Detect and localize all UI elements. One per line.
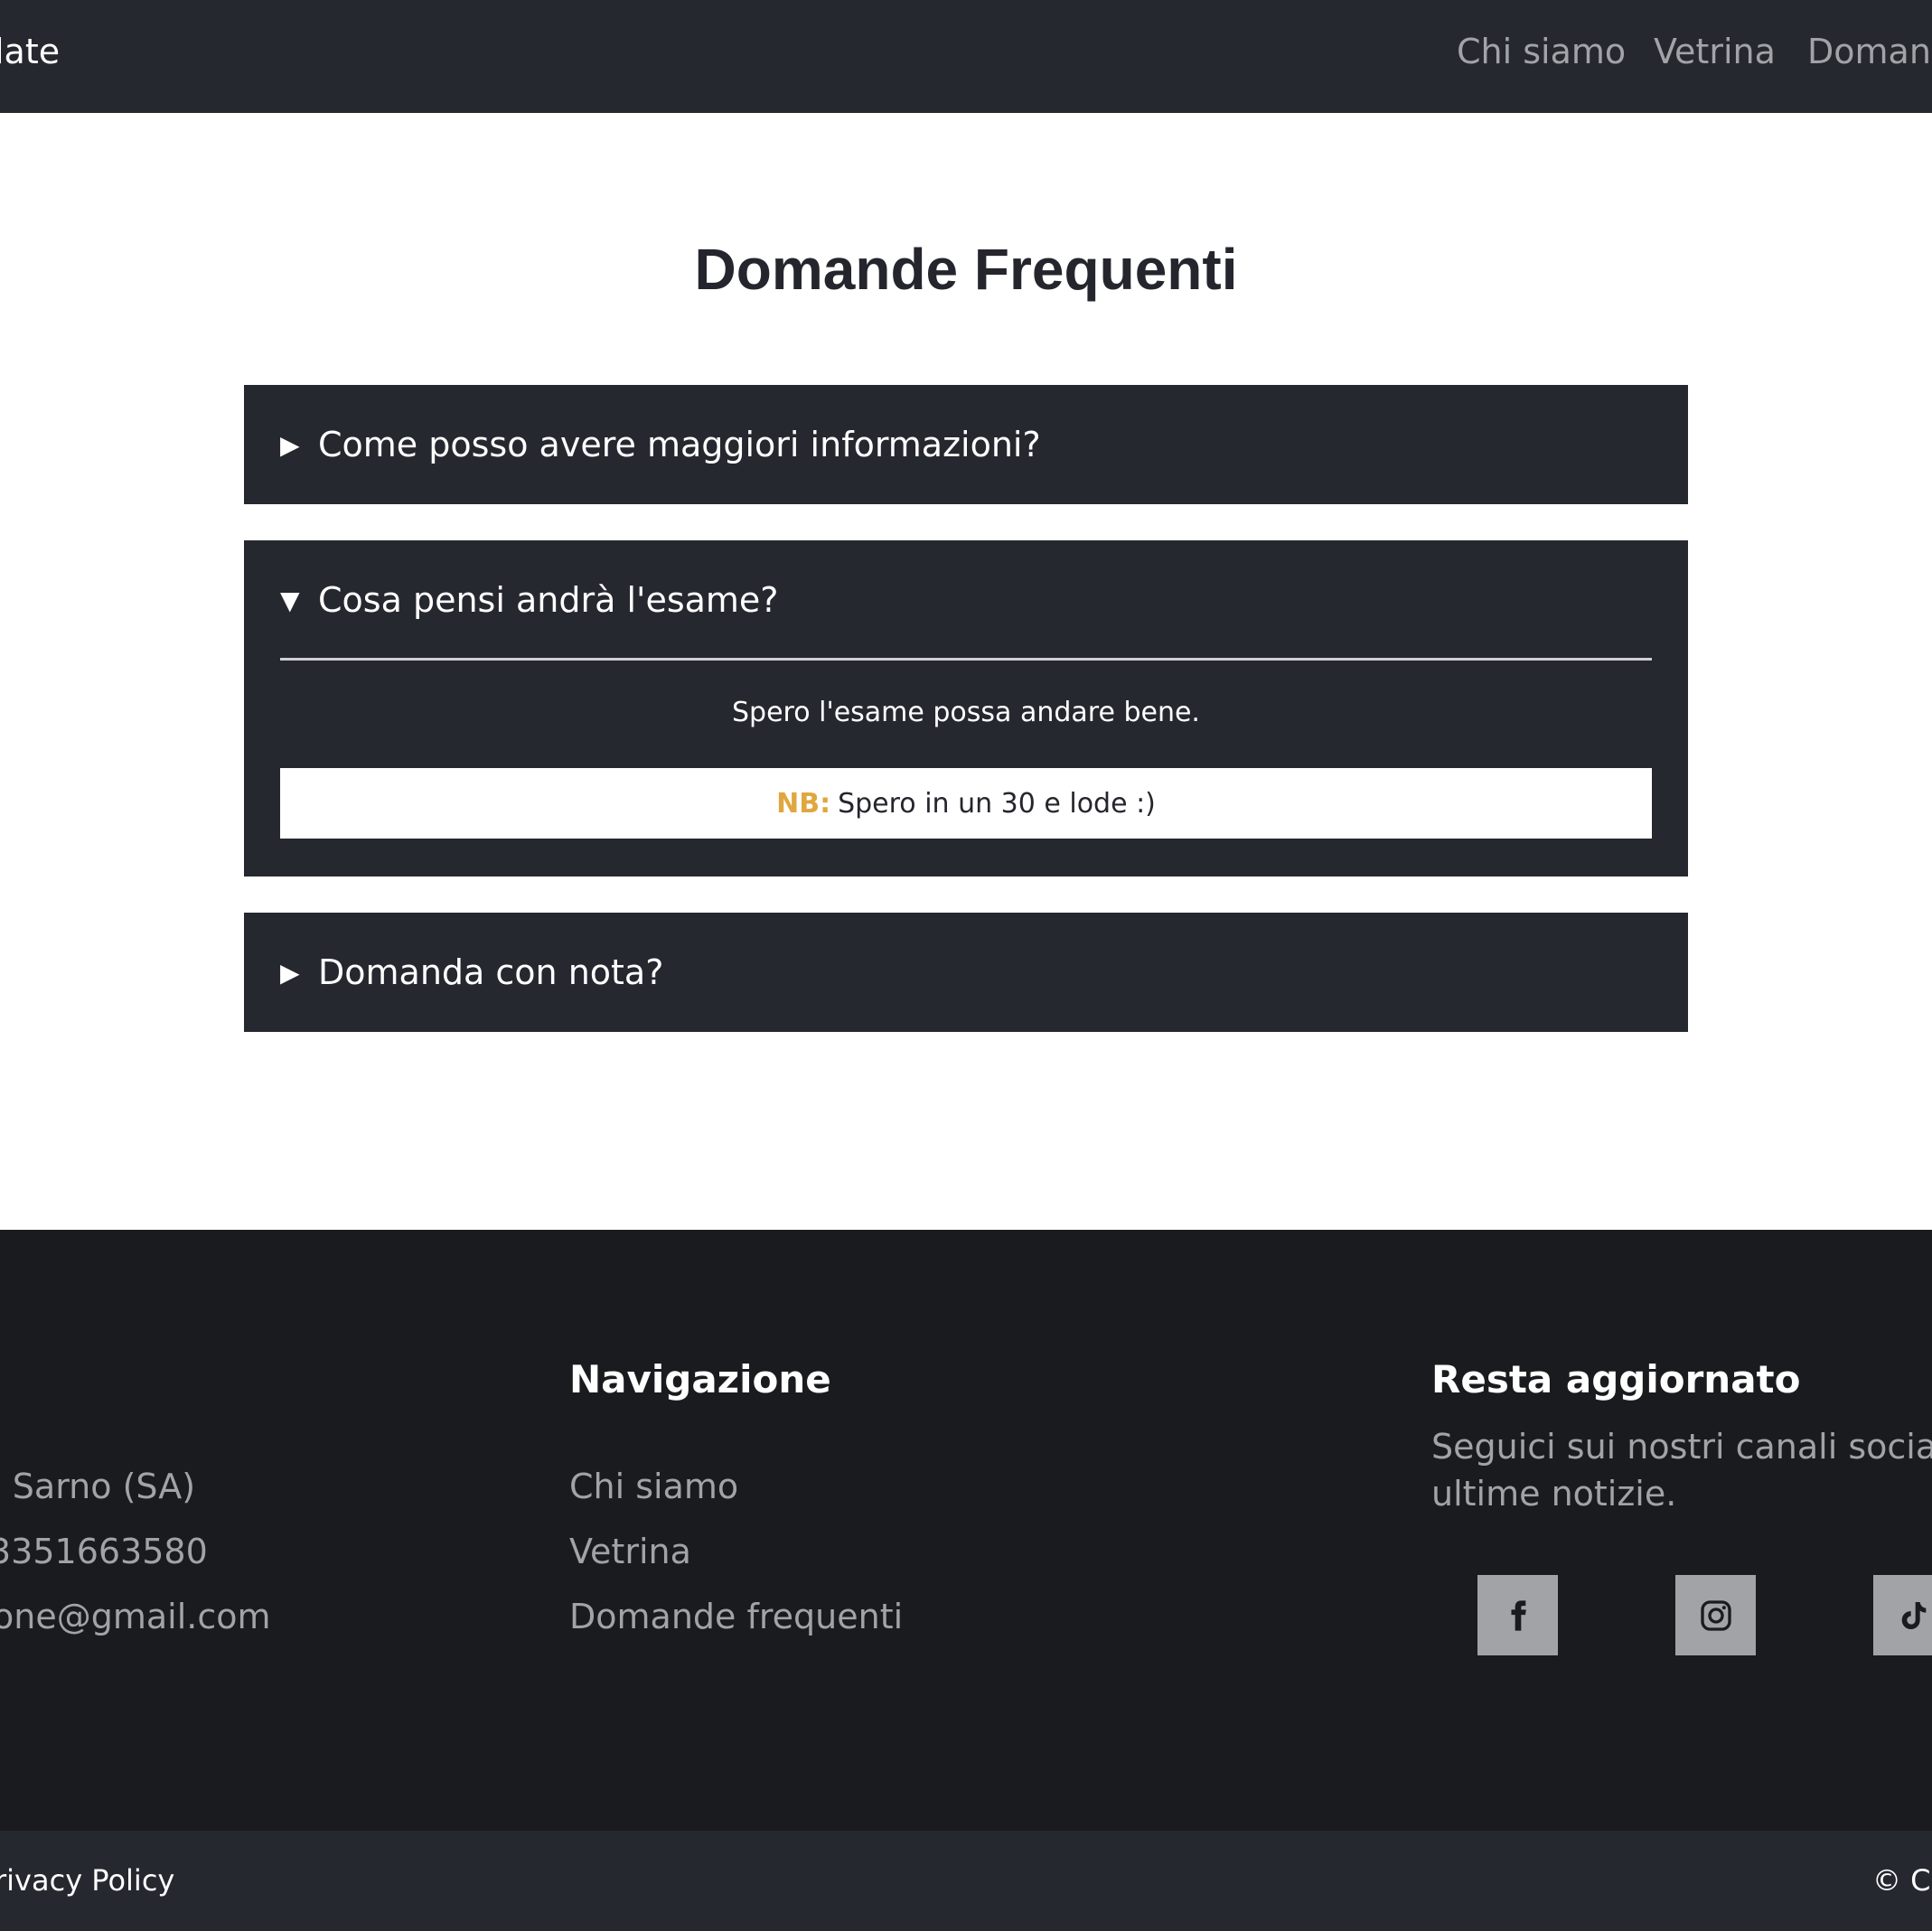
- expand-arrow-icon: ▶: [280, 957, 300, 988]
- footer-social-text-line2: ultime notizie.: [1431, 1474, 1677, 1514]
- footer-social-heading: Resta aggiornato: [1431, 1357, 1801, 1401]
- nav-link-chi-siamo[interactable]: Chi siamo: [1457, 29, 1626, 74]
- faq-question-text: Come posso avere maggiori informazioni?: [318, 425, 1041, 464]
- note-text: Spero in un 30 e lode :): [838, 787, 1156, 820]
- faq-question-2[interactable]: ▼ Cosa pensi andrà l'esame?: [280, 540, 1652, 660]
- faq-item-3: ▶ Domanda con nota?: [244, 913, 1688, 1032]
- faq-question-text: Domanda con nota?: [318, 952, 664, 992]
- collapse-arrow-icon: ▼: [280, 585, 300, 615]
- note-label: NB:: [776, 787, 831, 820]
- contact-address: - Sarno (SA): [0, 1467, 196, 1506]
- faq-question-1[interactable]: ▶ Come posso avere maggiori informazioni…: [280, 385, 1652, 504]
- bottom-bar: rivacy Policy © Co: [0, 1831, 1932, 1931]
- privacy-policy-link[interactable]: rivacy Policy: [0, 1858, 174, 1903]
- copyright-text: © Co: [1872, 1863, 1932, 1898]
- instagram-icon[interactable]: [1675, 1575, 1756, 1655]
- facebook-icon[interactable]: [1477, 1575, 1558, 1655]
- faq-question-3[interactable]: ▶ Domanda con nota?: [280, 913, 1652, 1032]
- nav-link-domande[interactable]: Domand: [1807, 29, 1932, 74]
- footer-link-vetrina[interactable]: Vetrina: [569, 1528, 691, 1575]
- nav-link-vetrina[interactable]: Vetrina: [1654, 29, 1776, 74]
- footer-nav-heading: Navigazione: [569, 1357, 831, 1401]
- faq-item-2: ▼ Cosa pensi andrà l'esame? Spero l'esam…: [244, 540, 1688, 876]
- page-title: Domande Frequenti: [694, 237, 1238, 302]
- tiktok-icon[interactable]: [1873, 1575, 1932, 1655]
- footer-link-chi-siamo[interactable]: Chi siamo: [569, 1463, 738, 1510]
- footer: - Sarno (SA) 3351663580 one@gmail.com Na…: [0, 1230, 1932, 1831]
- faq-divider: [280, 658, 1652, 661]
- footer-social-text-line1: Seguici sui nostri canali social pe: [1431, 1427, 1932, 1467]
- brand-logo-text[interactable]: late: [0, 29, 60, 74]
- faq-question-text: Cosa pensi andrà l'esame?: [318, 580, 779, 620]
- top-navbar: late Chi siamo Vetrina Domand: [0, 0, 1932, 113]
- expand-arrow-icon: ▶: [280, 429, 300, 460]
- contact-email[interactable]: one@gmail.com: [0, 1593, 271, 1640]
- faq-item-1: ▶ Come posso avere maggiori informazioni…: [244, 385, 1688, 504]
- footer-link-domande-frequenti[interactable]: Domande frequenti: [569, 1593, 903, 1640]
- contact-phone[interactable]: 3351663580: [0, 1528, 208, 1575]
- faq-note-box: NB: Spero in un 30 e lode :): [280, 768, 1652, 839]
- faq-answer-text: Spero l'esame possa andare bene.: [732, 697, 1200, 728]
